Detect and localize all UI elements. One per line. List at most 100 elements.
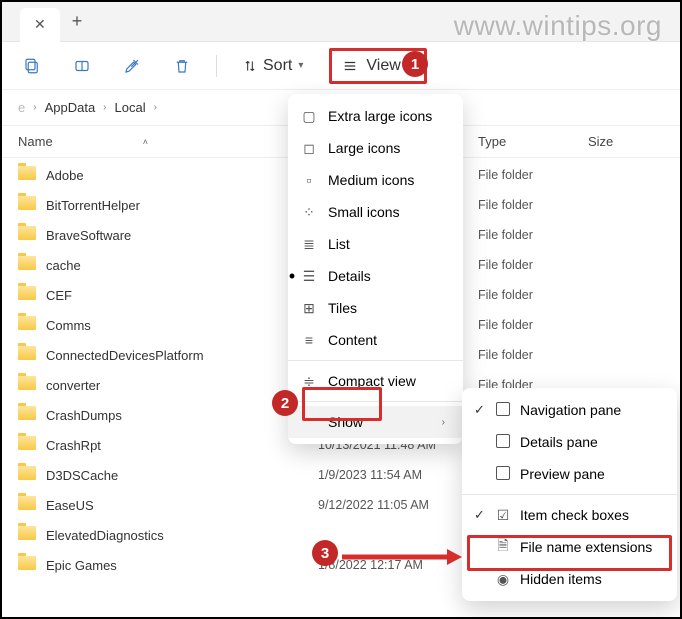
menu-details[interactable]: •☰ Details: [288, 260, 463, 292]
menu-hidden-items[interactable]: ◉ Hidden items: [462, 563, 677, 595]
delete-button[interactable]: [166, 50, 198, 82]
menu-separator: [288, 360, 463, 361]
file-icon: 🗎: [494, 535, 512, 559]
close-tab-icon[interactable]: ✕: [34, 16, 46, 33]
check-icon: ✓: [474, 402, 485, 418]
file-name: BitTorrentHelper: [46, 198, 318, 213]
folder-icon: [18, 316, 38, 334]
medium-icon: ▫: [300, 172, 318, 188]
list-icon: ≣: [300, 236, 318, 253]
menu-navigation-pane[interactable]: ✓ Navigation pane: [462, 394, 677, 426]
folder-icon: [18, 256, 38, 274]
menu-label: Navigation pane: [520, 402, 621, 418]
menu-details-pane[interactable]: Details pane: [462, 426, 677, 458]
check-icon: ✓: [474, 507, 485, 523]
file-name: Epic Games: [46, 558, 318, 573]
menu-item-check-boxes[interactable]: ✓☑Item check boxes: [462, 499, 677, 531]
callout-3: 3: [312, 540, 338, 566]
file-name: Adobe: [46, 168, 318, 183]
file-type: File folder: [478, 288, 588, 302]
menu-label: Content: [328, 332, 377, 348]
active-tab[interactable]: ✕: [20, 8, 60, 42]
menu-label: Small icons: [328, 204, 400, 220]
pane-icon: [494, 434, 512, 451]
pane-icon: [494, 466, 512, 483]
file-type: File folder: [478, 258, 588, 272]
menu-label: Medium icons: [328, 172, 414, 188]
folder-icon: [18, 226, 38, 244]
folder-icon: [18, 346, 38, 364]
selected-bullet-icon: •: [286, 266, 298, 287]
menu-content[interactable]: ≡ Content: [288, 324, 463, 356]
menu-label: Extra large icons: [328, 108, 432, 124]
menu-extra-large-icons[interactable]: ▢Extra large icons: [288, 100, 463, 132]
rename-button[interactable]: [66, 50, 98, 82]
chevron-right-icon: ›: [154, 102, 157, 113]
menu-large-icons[interactable]: ◻Large icons: [288, 132, 463, 164]
file-type: File folder: [478, 228, 588, 242]
file-type: File folder: [478, 318, 588, 332]
callout-1: 1: [402, 51, 428, 77]
tiles-icon: ⊞: [300, 300, 318, 317]
file-type: File folder: [478, 168, 588, 182]
chevron-right-icon: ›: [442, 417, 445, 428]
menu-label: Tiles: [328, 300, 357, 316]
column-size[interactable]: Size: [588, 134, 664, 149]
menu-small-icons[interactable]: ⁘ Small icons: [288, 196, 463, 228]
file-name: CEF: [46, 288, 318, 303]
callout-2: 2: [272, 390, 298, 416]
menu-show[interactable]: Show ›: [288, 406, 463, 438]
folder-icon: [18, 466, 38, 484]
file-date: 1/9/2023 11:54 AM: [318, 468, 478, 482]
details-icon: ☰: [300, 268, 318, 285]
menu-tiles[interactable]: ⊞ Tiles: [288, 292, 463, 324]
sort-asc-icon: ˄: [143, 137, 148, 147]
menu-label: Preview pane: [520, 466, 605, 482]
view-label: View: [366, 57, 400, 75]
show-submenu: ✓ Navigation pane Details pane Preview pa…: [462, 388, 677, 601]
large-icon: ◻: [300, 140, 318, 157]
menu-medium-icons[interactable]: ▫ Medium icons: [288, 164, 463, 196]
tab-bar: ✕ +: [2, 2, 680, 42]
file-type: File folder: [478, 348, 588, 362]
menu-preview-pane[interactable]: Preview pane: [462, 458, 677, 490]
file-name: ConnectedDevicesPlatform: [46, 348, 318, 363]
folder-icon: [18, 166, 38, 184]
file-name: converter: [46, 378, 318, 393]
sort-label: Sort: [263, 57, 292, 75]
content-icon: ≡: [300, 332, 318, 348]
menu-label: Show: [328, 414, 363, 430]
new-tab-button[interactable]: +: [60, 11, 95, 32]
folder-icon: [18, 376, 38, 394]
arrow-annotation: [342, 547, 462, 572]
breadcrumb-item[interactable]: AppData: [45, 100, 96, 115]
folder-icon: [18, 196, 38, 214]
file-name: CrashRpt: [46, 438, 318, 453]
menu-label: Hidden items: [520, 571, 602, 587]
menu-label: Details: [328, 268, 371, 284]
folder-icon: [18, 556, 38, 574]
share-button[interactable]: [116, 50, 148, 82]
menu-label: Item check boxes: [520, 507, 629, 523]
menu-list[interactable]: ≣List: [288, 228, 463, 260]
small-icon: ⁘: [300, 204, 318, 221]
compact-icon: ≑: [300, 373, 318, 390]
file-date: 9/12/2022 11:05 AM: [318, 498, 478, 512]
menu-label: Compact view: [328, 373, 416, 389]
sort-button[interactable]: Sort ▾: [235, 51, 311, 81]
folder-icon: [18, 496, 38, 514]
breadcrumb-root: e: [18, 100, 25, 115]
menu-label: File name extensions: [520, 539, 652, 555]
column-name[interactable]: Name ˄: [18, 134, 318, 149]
folder-icon: [18, 286, 38, 304]
copy-button[interactable]: [16, 50, 48, 82]
menu-compact-view[interactable]: ≑ Compact view: [288, 365, 463, 397]
menu-file-extensions[interactable]: 🗎 File name extensions: [462, 531, 677, 563]
breadcrumb-item[interactable]: Local: [115, 100, 146, 115]
column-type[interactable]: Type: [478, 134, 588, 149]
file-name: ElevatedDiagnostics: [46, 528, 318, 543]
eye-icon: ◉: [494, 571, 512, 588]
file-name: D3DSCache: [46, 468, 318, 483]
toolbar: Sort ▾ View ▾: [2, 42, 680, 90]
file-name: Comms: [46, 318, 318, 333]
